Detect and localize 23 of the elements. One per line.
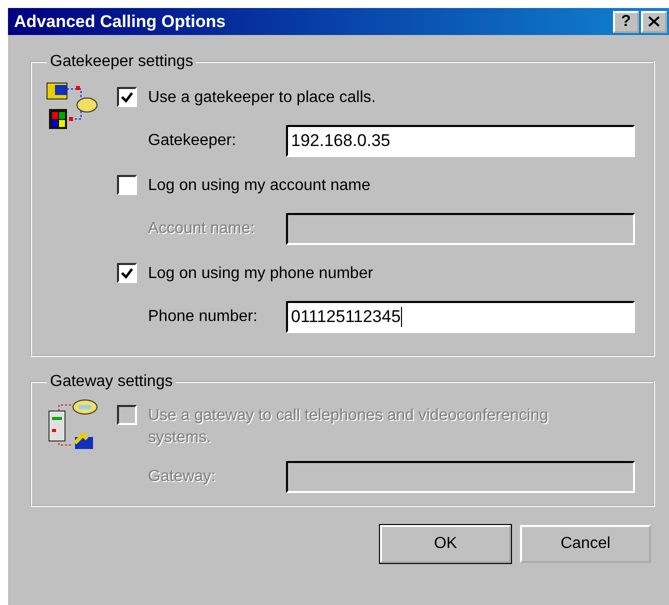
check-icon xyxy=(121,92,133,102)
input-field[interactable]: 011125112345 xyxy=(286,301,635,333)
window-title: Advanced Calling Options xyxy=(14,12,226,32)
close-button[interactable] xyxy=(641,10,667,32)
checkbox[interactable] xyxy=(117,175,137,195)
field-label: Gateway: xyxy=(148,468,217,486)
checkbox[interactable] xyxy=(117,263,137,283)
help-button[interactable]: ? xyxy=(613,10,639,32)
checkbox-label: Log on using my phone number xyxy=(148,264,374,284)
field-label: Gatekeeper: xyxy=(148,132,238,150)
input-field[interactable]: 192.168.0.35 xyxy=(286,125,635,157)
checkbox-label: Use a gateway to call telephones and videoconferencing systems. xyxy=(148,406,550,448)
group-title: Gateway settings xyxy=(49,373,174,391)
checkbox-label: Log on using my account name xyxy=(148,176,370,196)
checkbox-label: Use a gatekeeper to place calls. xyxy=(148,88,376,108)
field-label: Phone number: xyxy=(148,308,258,326)
group-title: Gatekeeper settings xyxy=(49,53,194,71)
checkbox[interactable] xyxy=(117,87,137,107)
dialog-button[interactable]: Cancel xyxy=(520,525,651,563)
field-label: Account name: xyxy=(148,220,256,238)
dialog-button[interactable]: OK xyxy=(380,525,511,563)
check-icon xyxy=(121,268,133,278)
close-icon xyxy=(648,16,660,27)
